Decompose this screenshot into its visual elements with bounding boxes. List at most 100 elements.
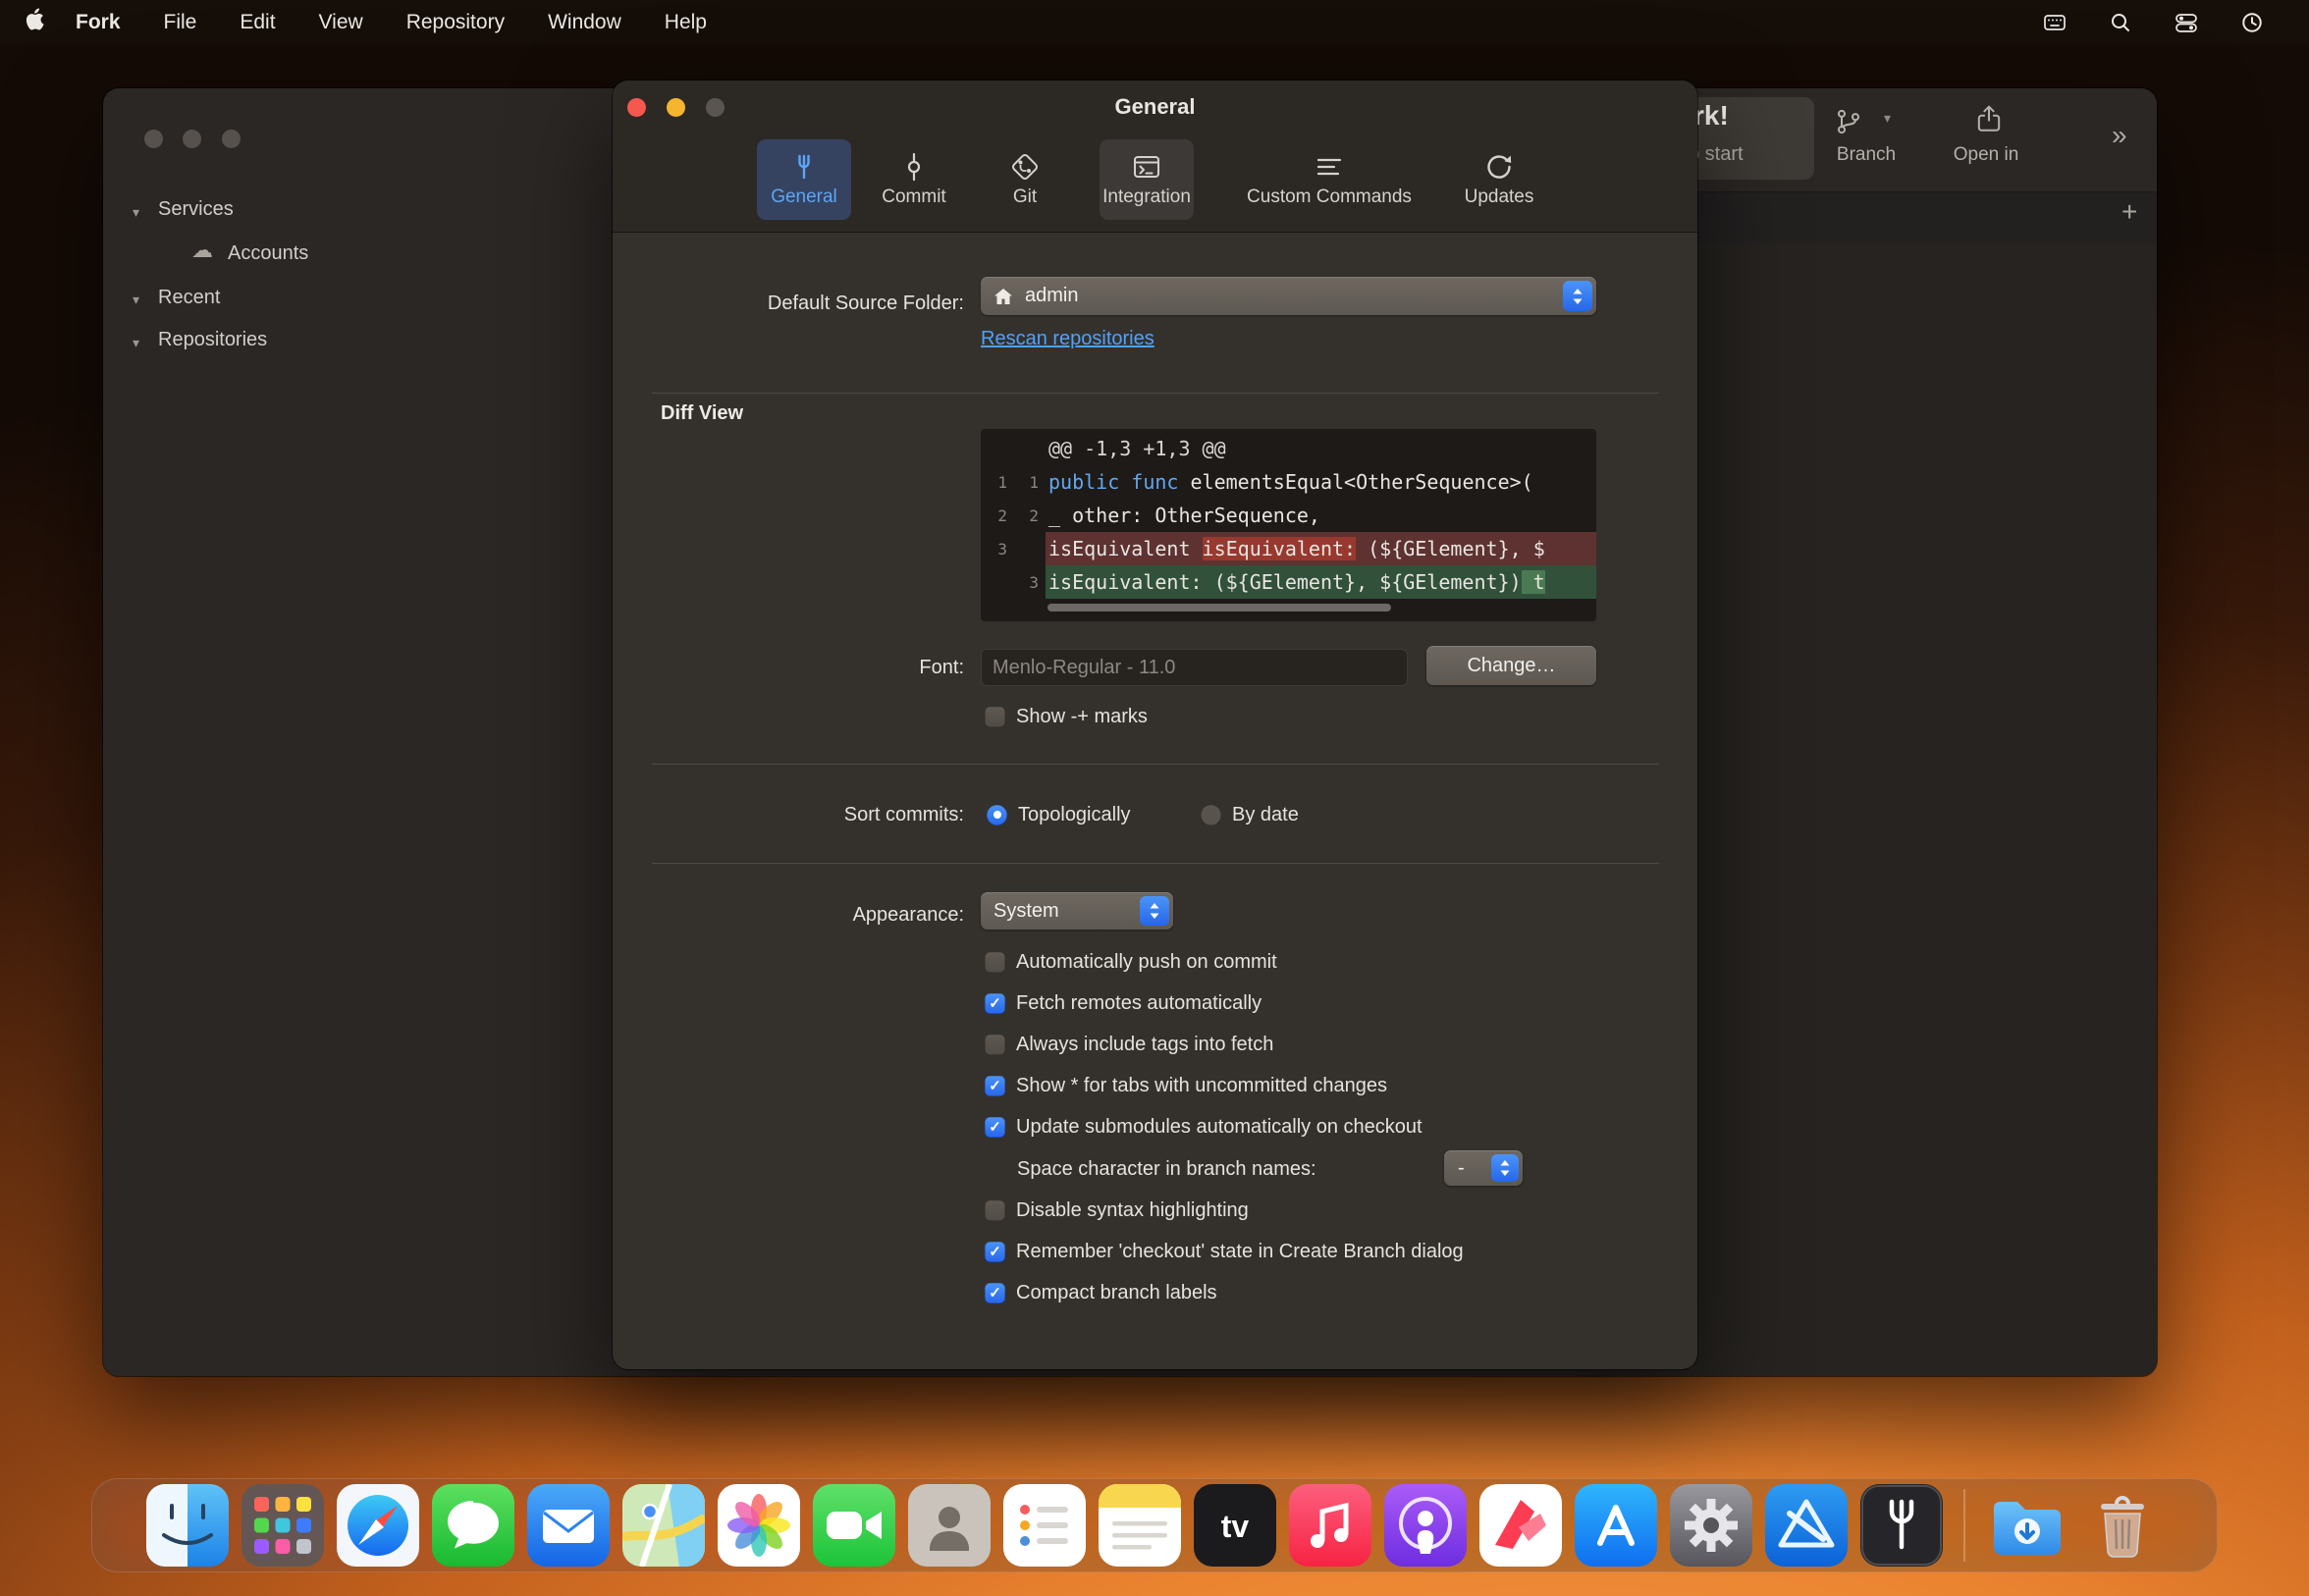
- compact-branch-labels-checkbox[interactable]: [985, 1283, 1005, 1303]
- chevron-down-icon[interactable]: ▾: [133, 335, 139, 351]
- option-row[interactable]: Remember 'checkout' state in Create Bran…: [985, 1237, 1464, 1266]
- disable-syntax-checkbox[interactable]: [985, 1200, 1005, 1221]
- welcome-title-clipped: rk!: [1693, 100, 1729, 132]
- finder-dock-icon[interactable]: [146, 1484, 229, 1567]
- sidebar-item-repositories[interactable]: Repositories: [158, 329, 267, 351]
- close-button-inactive[interactable]: [144, 130, 163, 148]
- xcode-dock-icon[interactable]: [1765, 1484, 1848, 1567]
- rescan-repositories-link[interactable]: Rescan repositories: [981, 328, 1154, 350]
- messages-dock-icon[interactable]: [432, 1484, 514, 1567]
- news-dock-icon[interactable]: [1479, 1484, 1562, 1567]
- appearance-popup[interactable]: System: [981, 892, 1173, 930]
- option-row[interactable]: Disable syntax highlighting: [985, 1196, 1249, 1225]
- toolbar-overflow-button[interactable]: »: [2112, 120, 2127, 151]
- popup-stepper-icon: [1140, 896, 1169, 926]
- show-marks-checkbox[interactable]: [985, 707, 1005, 727]
- photos-dock-icon[interactable]: [718, 1484, 800, 1567]
- branch-button[interactable]: Branch: [1811, 144, 1921, 166]
- diff-line: 11 public func elementsEqual<OtherSequen…: [981, 465, 1596, 499]
- git-branch-icon[interactable]: [1835, 108, 1862, 140]
- topologically-radio[interactable]: [987, 805, 1007, 825]
- update-submodules-checkbox[interactable]: [985, 1117, 1005, 1138]
- default-source-folder-popup[interactable]: admin: [981, 277, 1596, 315]
- open-in-icon[interactable]: [1974, 104, 2004, 138]
- git-icon: [1010, 152, 1040, 182]
- spotlight-icon[interactable]: [2109, 11, 2132, 34]
- tab-commit[interactable]: Commit: [867, 139, 961, 220]
- sort-topologically-option[interactable]: Topologically: [987, 800, 1131, 829]
- music-dock-icon[interactable]: [1289, 1484, 1371, 1567]
- option-row[interactable]: Fetch remotes automatically: [985, 988, 1262, 1018]
- app-store-dock-icon[interactable]: [1575, 1484, 1657, 1567]
- cloud-icon: ☁: [191, 238, 213, 263]
- divider: [652, 863, 1659, 864]
- horizontal-scrollbar[interactable]: [1047, 604, 1391, 612]
- clock-icon[interactable]: [2240, 11, 2264, 34]
- tab-integration[interactable]: Integration: [1100, 139, 1194, 220]
- popup-stepper-icon: [1563, 281, 1592, 311]
- mail-dock-icon[interactable]: [527, 1484, 610, 1567]
- chevron-down-icon[interactable]: ▾: [1884, 110, 1891, 127]
- default-source-folder-label: Default Source Folder:: [613, 289, 964, 318]
- maps-dock-icon[interactable]: [622, 1484, 705, 1567]
- sort-by-date-option[interactable]: By date: [1201, 800, 1299, 829]
- contacts-dock-icon[interactable]: [908, 1484, 991, 1567]
- commit-icon: [899, 152, 929, 182]
- space-character-popup[interactable]: -: [1444, 1150, 1523, 1186]
- sidebar-item-services[interactable]: Services: [158, 198, 234, 221]
- apple-menu[interactable]: [26, 8, 44, 36]
- show-marks-row[interactable]: Show -+ marks: [985, 702, 1148, 731]
- option-row[interactable]: Show * for tabs with uncommitted changes: [985, 1071, 1387, 1100]
- tab-git[interactable]: Git: [978, 139, 1072, 220]
- option-row[interactable]: Compact branch labels: [985, 1278, 1217, 1307]
- font-field[interactable]: Menlo-Regular - 11.0: [981, 649, 1408, 686]
- trash-dock-icon[interactable]: [2081, 1484, 2164, 1567]
- remember-checkout-checkbox[interactable]: [985, 1242, 1005, 1262]
- notes-dock-icon[interactable]: [1099, 1484, 1181, 1567]
- control-center-icon[interactable]: [2174, 11, 2199, 34]
- menu-item-edit[interactable]: Edit: [240, 11, 275, 34]
- zoom-button-inactive[interactable]: [222, 130, 241, 148]
- sidebar-item-recent[interactable]: Recent: [158, 287, 220, 309]
- updates-icon: [1484, 152, 1514, 182]
- tab-general[interactable]: General: [757, 139, 851, 220]
- minimize-button-inactive[interactable]: [183, 130, 201, 148]
- option-row[interactable]: Automatically push on commit: [985, 947, 1277, 977]
- menu-app-name[interactable]: Fork: [76, 11, 121, 34]
- menu-item-file[interactable]: File: [164, 11, 197, 34]
- menu-item-window[interactable]: Window: [548, 11, 621, 34]
- by-date-radio[interactable]: [1201, 805, 1221, 825]
- keyboard-icon[interactable]: [2042, 11, 2067, 34]
- downloads-dock-icon[interactable]: [1986, 1484, 2068, 1567]
- tv-dock-icon[interactable]: tv: [1194, 1484, 1276, 1567]
- new-tab-button[interactable]: +: [2121, 196, 2137, 228]
- tab-updates[interactable]: Updates: [1445, 139, 1553, 220]
- menu-item-view[interactable]: View: [319, 11, 363, 34]
- diff-view-label: Diff View: [661, 402, 743, 425]
- open-in-button[interactable]: Open in: [1931, 144, 2041, 166]
- tab-custom-commands[interactable]: Custom Commands: [1246, 139, 1413, 220]
- fetch-remotes-checkbox[interactable]: [985, 993, 1005, 1014]
- chevron-down-icon[interactable]: ▾: [133, 204, 139, 221]
- menu-item-help[interactable]: Help: [665, 11, 707, 34]
- option-row[interactable]: Update submodules automatically on check…: [985, 1112, 1423, 1142]
- sidebar-item-accounts[interactable]: Accounts: [228, 242, 308, 265]
- diff-line: @@ -1,3 +1,3 @@: [981, 432, 1596, 465]
- menu-item-repository[interactable]: Repository: [406, 11, 505, 34]
- include-tags-checkbox[interactable]: [985, 1035, 1005, 1055]
- podcasts-dock-icon[interactable]: [1384, 1484, 1467, 1567]
- push-on-commit-checkbox[interactable]: [985, 952, 1005, 973]
- desktop: Fork File Edit View Repository Window He…: [0, 0, 2309, 1596]
- window-title: General: [613, 94, 1697, 120]
- safari-dock-icon[interactable]: [337, 1484, 419, 1567]
- system-settings-dock-icon[interactable]: [1670, 1484, 1752, 1567]
- show-star-tabs-checkbox[interactable]: [985, 1076, 1005, 1096]
- change-font-button[interactable]: Change…: [1426, 646, 1596, 685]
- option-row[interactable]: Always include tags into fetch: [985, 1030, 1273, 1059]
- menu-bar: Fork File Edit View Repository Window He…: [0, 0, 2309, 44]
- fork-dock-icon[interactable]: [1860, 1484, 1943, 1567]
- chevron-down-icon[interactable]: ▾: [133, 292, 139, 308]
- launchpad-dock-icon[interactable]: [242, 1484, 324, 1567]
- facetime-dock-icon[interactable]: [813, 1484, 895, 1567]
- reminders-dock-icon[interactable]: [1003, 1484, 1086, 1567]
